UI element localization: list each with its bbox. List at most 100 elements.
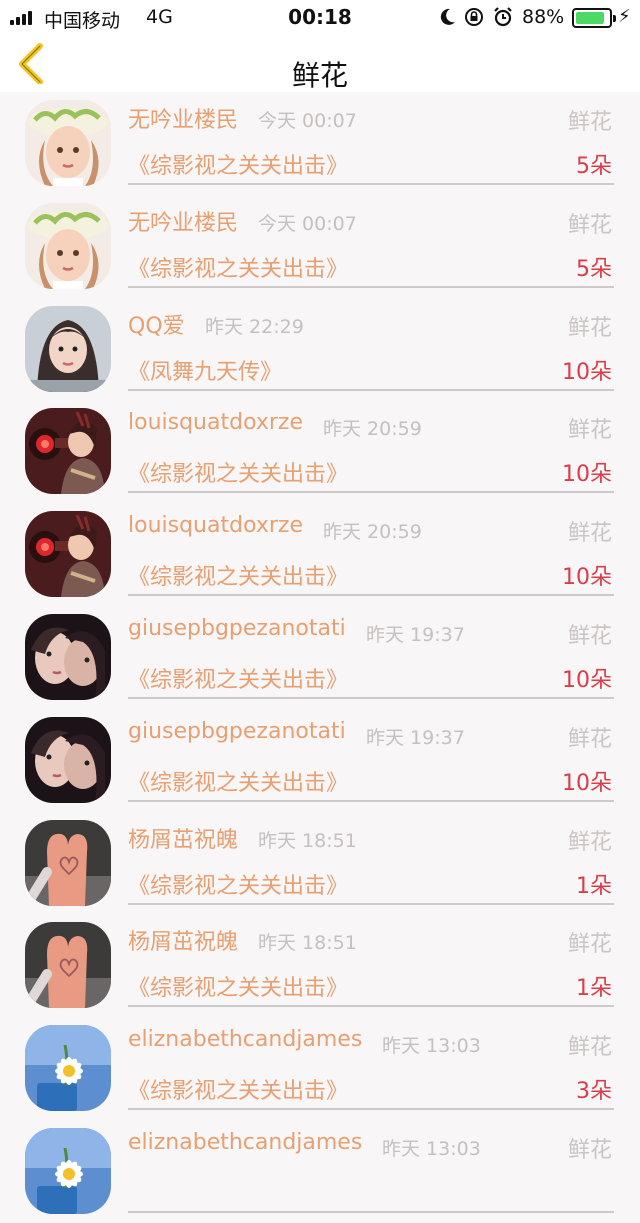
list-item[interactable]: giusepbgpezanotati 昨天 19:37 鲜花 《综影视之关关出击…: [0, 709, 640, 812]
avatar[interactable]: [25, 716, 111, 803]
flower-amount: 10朵: [562, 462, 612, 488]
list-item[interactable]: louisquatdoxrze 昨天 20:59 鲜花 《综影视之关关出击》 1…: [0, 400, 640, 503]
timestamp: 昨天 18:51: [258, 932, 357, 955]
avatar-image: [25, 305, 111, 392]
book-title[interactable]: 《综影视之关关出击》: [128, 662, 348, 694]
alarm-icon: [494, 7, 512, 27]
gift-type-label: 鲜花: [567, 932, 612, 958]
divider: [128, 388, 614, 391]
gift-type-label: 鲜花: [567, 110, 612, 135]
avatar[interactable]: [25, 613, 111, 700]
book-title[interactable]: 《综影视之关关出击》: [128, 1073, 348, 1105]
avatar[interactable]: [25, 1025, 111, 1112]
username[interactable]: 杨屑茁祝魄: [128, 822, 238, 854]
list-item[interactable]: QQ爱 昨天 22:29 鲜花 《凤舞九天传》 10朵: [0, 298, 640, 401]
avatar[interactable]: [25, 922, 111, 1009]
avatar[interactable]: [25, 1127, 111, 1214]
username[interactable]: 杨屑茁祝魄: [128, 924, 238, 956]
list-item[interactable]: eliznabethcandjames 昨天 13:03 鲜花 《综影视之关关出…: [0, 1017, 640, 1120]
avatar-image: [25, 613, 111, 700]
divider: [128, 696, 614, 699]
book-title[interactable]: 《综影视之关关出击》: [128, 251, 348, 283]
list-item[interactable]: giusepbgpezanotati 昨天 19:37 鲜花 《综影视之关关出击…: [0, 606, 640, 709]
gift-type-label: 鲜花: [567, 1137, 612, 1163]
avatar-image: [25, 511, 111, 598]
timestamp: 昨天 18:51: [258, 829, 357, 852]
divider: [128, 902, 614, 905]
book-title[interactable]: 《综影视之关关出击》: [128, 559, 348, 591]
flower-amount: 3朵: [576, 1079, 612, 1105]
divider: [128, 594, 614, 597]
username[interactable]: louisquatdoxrze: [128, 513, 303, 538]
avatar[interactable]: [25, 408, 111, 495]
avatar-image: [25, 922, 111, 1009]
timestamp: 昨天 13:03: [382, 1035, 481, 1058]
list-item[interactable]: louisquatdoxrze 昨天 20:59 鲜花 《综影视之关关出击》 1…: [0, 503, 640, 606]
charging-icon: ⚡: [618, 6, 631, 27]
divider: [128, 1005, 614, 1008]
gift-type-label: 鲜花: [567, 418, 612, 444]
battery-level: [576, 12, 604, 24]
avatar-image: [25, 716, 111, 803]
gift-type-label: 鲜花: [567, 212, 612, 238]
timestamp: 昨天 20:59: [323, 521, 422, 544]
status-bar: 中国移动 4G 00:18 88% ⚡: [0, 0, 640, 36]
avatar-image: [25, 1025, 111, 1112]
flower-amount: 5朵: [576, 154, 612, 179]
username[interactable]: giusepbgpezanotati: [128, 719, 346, 744]
username[interactable]: eliznabethcandjames: [128, 1130, 362, 1155]
moon-icon: [440, 8, 455, 25]
username[interactable]: eliznabethcandjames: [128, 1027, 362, 1052]
timestamp: 昨天 13:03: [382, 1137, 481, 1160]
avatar[interactable]: [25, 202, 111, 289]
avatar-image: [25, 202, 111, 289]
flower-gift-list: 无吟业楼民 今天 00:07 鲜花 《综影视之关关出击》 5朵 无吟业楼民 今天…: [0, 92, 640, 1223]
book-title[interactable]: 《综影视之关关出击》: [128, 765, 348, 797]
gift-type-label: 鲜花: [567, 726, 612, 752]
username[interactable]: 无吟业楼民: [128, 102, 238, 134]
flower-amount: 10朵: [562, 770, 612, 796]
username[interactable]: giusepbgpezanotati: [128, 616, 346, 641]
flower-amount: 10朵: [562, 359, 612, 385]
flower-amount: 1朵: [576, 873, 612, 899]
battery-percent: 88%: [522, 6, 565, 28]
gift-type-label: 鲜花: [567, 829, 612, 855]
timestamp: 昨天 22:29: [205, 315, 304, 338]
username[interactable]: QQ爱: [128, 308, 185, 340]
battery-icon: [572, 8, 616, 28]
username[interactable]: 无吟业楼民: [128, 205, 238, 237]
nav-bar: 鲜花: [0, 36, 640, 92]
avatar-image: [25, 819, 111, 906]
list-item[interactable]: 无吟业楼民 今天 00:07 鲜花 《综影视之关关出击》 5朵: [0, 92, 640, 195]
gift-type-label: 鲜花: [567, 521, 612, 547]
book-title[interactable]: 《综影视之关关出击》: [128, 456, 348, 488]
book-title[interactable]: 《综影视之关关出击》: [128, 868, 348, 900]
gift-type-label: 鲜花: [567, 623, 612, 649]
divider: [128, 799, 614, 802]
book-title[interactable]: 《综影视之关关出击》: [128, 148, 348, 180]
timestamp: 今天 00:07: [258, 110, 357, 132]
avatar[interactable]: [25, 819, 111, 906]
list-item[interactable]: 无吟业楼民 今天 00:07 鲜花 《综影视之关关出击》 5朵: [0, 195, 640, 298]
flower-amount: 10朵: [562, 667, 612, 693]
timestamp: 昨天 19:37: [366, 726, 465, 749]
avatar[interactable]: [25, 511, 111, 598]
book-title[interactable]: 《综影视之关关出击》: [128, 970, 348, 1002]
list-item[interactable]: 杨屑茁祝魄 昨天 18:51 鲜花 《综影视之关关出击》 1朵: [0, 812, 640, 915]
avatar[interactable]: [25, 100, 111, 186]
divider: [128, 491, 614, 494]
avatar-image: [25, 1127, 111, 1214]
list-item[interactable]: 杨屑茁祝魄 昨天 18:51 鲜花 《综影视之关关出击》 1朵: [0, 914, 640, 1017]
flower-amount: 10朵: [562, 565, 612, 591]
list-item[interactable]: eliznabethcandjames 昨天 13:03 鲜花: [0, 1120, 640, 1223]
divider: [128, 183, 614, 185]
avatar[interactable]: [25, 305, 111, 392]
timestamp: 今天 00:07: [258, 212, 357, 235]
timestamp: 昨天 19:37: [366, 623, 465, 646]
divider: [128, 1210, 614, 1213]
book-title[interactable]: 《凤舞九天传》: [128, 354, 282, 386]
page-title: 鲜花: [291, 59, 348, 92]
avatar-image: [25, 100, 111, 186]
divider: [128, 285, 614, 288]
username[interactable]: louisquatdoxrze: [128, 410, 303, 435]
